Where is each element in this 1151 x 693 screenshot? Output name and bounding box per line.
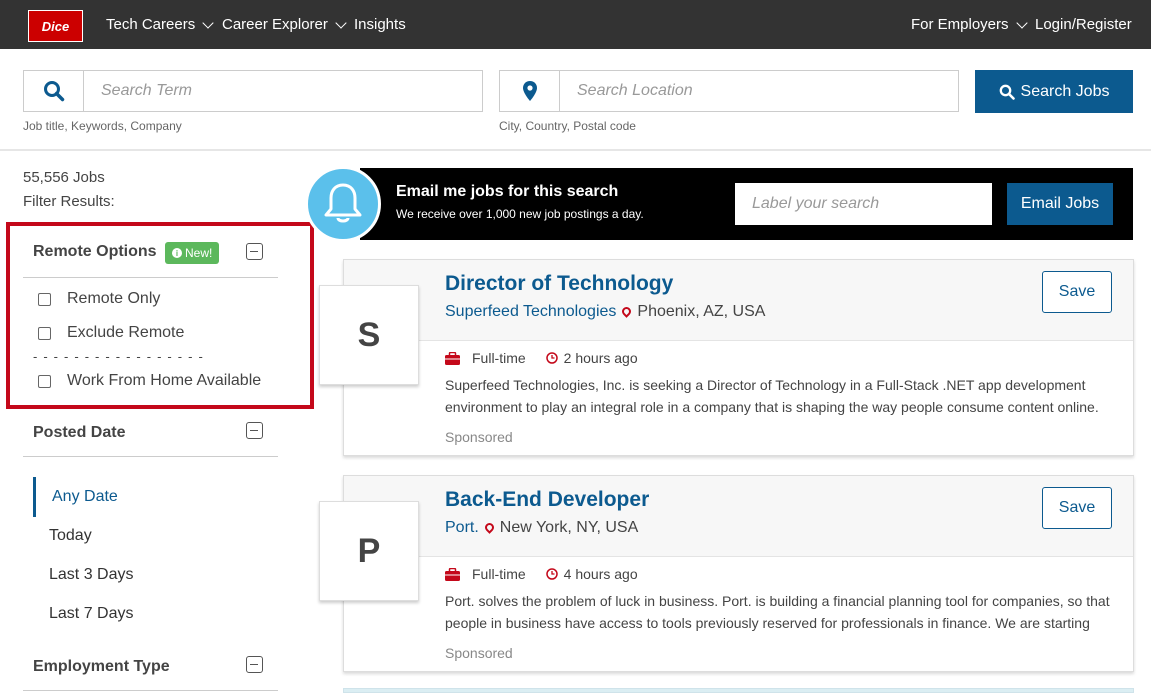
collapse-remote-options-icon[interactable] (246, 243, 263, 260)
label-search-input[interactable] (735, 183, 992, 225)
job-location: New York, NY, USA (499, 519, 639, 536)
job-type: Full-time (472, 350, 526, 366)
email-jobs-button[interactable]: Email Jobs (1007, 183, 1113, 225)
remote-only-label: Remote Only (67, 290, 161, 307)
company-link[interactable]: Superfeed Technologies (445, 303, 616, 321)
company-initial: P (357, 531, 381, 570)
job-title-link[interactable]: Director of Technology (445, 272, 673, 296)
remote-options-title: Remote Options (33, 243, 157, 260)
bell-icon (305, 166, 381, 242)
employment-type-title: Employment Type (33, 658, 170, 675)
remote-only-option[interactable]: Remote Only (38, 290, 160, 308)
collapse-posted-date-icon[interactable] (246, 422, 263, 439)
nav-label: Career Explorer (222, 16, 328, 33)
exclude-remote-option[interactable]: Exclude Remote (38, 324, 184, 342)
briefcase-icon (445, 567, 460, 581)
job-title-link[interactable]: Back-End Developer (445, 488, 649, 512)
sponsored-label: Sponsored (445, 645, 513, 661)
options-separator: - - - - - - - - - - - - - - - - - (33, 349, 204, 364)
company-logo[interactable]: S (319, 285, 419, 385)
company-initial: S (357, 315, 381, 354)
nav-label: Tech Careers (106, 16, 196, 33)
new-badge-label: New! (185, 246, 213, 260)
nav-for-employers[interactable]: For Employers (911, 16, 1028, 33)
new-badge: i New! (165, 242, 220, 264)
search-location-input[interactable] (560, 71, 958, 111)
info-icon: i (172, 248, 182, 258)
save-job-button[interactable]: Save (1042, 271, 1112, 313)
search-jobs-label: Search Jobs (1020, 82, 1110, 100)
date-option-last-3-days[interactable]: Last 3 Days (49, 566, 133, 584)
logo-text: Dice (41, 18, 70, 34)
search-icon (24, 71, 84, 111)
jobs-count: 55,556 Jobs (23, 169, 105, 186)
divider (23, 456, 278, 457)
work-from-home-checkbox[interactable] (38, 374, 51, 388)
search-term-input[interactable] (84, 71, 482, 111)
nav-label: For Employers (911, 16, 1009, 33)
briefcase-icon (445, 351, 460, 365)
chevron-down-icon (1015, 16, 1028, 29)
search-term-helper: Job title, Keywords, Company (23, 119, 182, 133)
job-card: Director of Technology Superfeed Technol… (343, 259, 1134, 456)
job-summary: Superfeed Technologies, Inc. is seeking … (445, 377, 1099, 415)
filter-results-label: Filter Results: (23, 193, 115, 210)
selected-indicator (33, 477, 36, 517)
divider (23, 277, 278, 278)
date-option-any[interactable]: Any Date (52, 488, 118, 506)
chevron-down-icon (335, 16, 347, 29)
nav-label: Login/Register (1035, 16, 1132, 33)
nav-login-register[interactable]: Login/Register (1035, 16, 1132, 33)
top-navbar: Dice Tech Careers Career Explorer Insigh… (0, 0, 1151, 49)
map-pin-icon (500, 71, 560, 111)
job-company-location: Superfeed Technologies Phoenix, AZ, USA (445, 303, 765, 321)
date-option-last-7-days[interactable]: Last 7 Days (49, 605, 133, 623)
nav-label: Insights (354, 16, 406, 33)
sponsored-label: Sponsored (445, 429, 513, 445)
map-pin-icon (482, 520, 496, 534)
search-term-box (23, 70, 483, 112)
job-location: Phoenix, AZ, USA (637, 303, 766, 320)
company-logo[interactable]: P (319, 501, 419, 601)
job-posted-time: 4 hours ago (563, 566, 638, 582)
job-meta: Full-time 4 hours ago (445, 566, 638, 582)
search-location-box (499, 70, 959, 112)
job-company-location: Port. New York, NY, USA (445, 519, 638, 537)
job-type: Full-time (472, 566, 526, 582)
search-location-helper: City, Country, Postal code (499, 119, 636, 133)
job-card: Back-End Developer Port. New York, NY, U… (343, 475, 1134, 672)
next-job-card (343, 688, 1134, 693)
search-icon (999, 84, 1015, 100)
clock-icon (545, 568, 558, 580)
posted-date-title: Posted Date (33, 424, 126, 441)
chevron-down-icon (202, 16, 214, 29)
job-meta: Full-time 2 hours ago (445, 350, 638, 366)
dice-logo[interactable]: Dice (28, 10, 83, 42)
work-from-home-option[interactable]: Work From Home Available (38, 372, 261, 390)
map-pin-icon (620, 304, 634, 318)
email-alert-subtitle: We receive over 1,000 new job postings a… (396, 207, 644, 221)
remote-only-checkbox[interactable] (38, 292, 51, 306)
search-bar: Job title, Keywords, Company City, Count… (0, 49, 1151, 151)
nav-career-explorer[interactable]: Career Explorer (222, 16, 347, 33)
job-posted-time: 2 hours ago (563, 350, 638, 366)
clock-icon (545, 352, 558, 364)
work-from-home-label: Work From Home Available (67, 372, 262, 389)
exclude-remote-checkbox[interactable] (38, 326, 51, 340)
divider (23, 690, 278, 691)
exclude-remote-label: Exclude Remote (67, 324, 185, 341)
collapse-employment-type-icon[interactable] (246, 656, 263, 673)
date-option-today[interactable]: Today (49, 527, 92, 545)
nav-tech-careers[interactable]: Tech Careers (106, 16, 214, 33)
save-job-button[interactable]: Save (1042, 487, 1112, 529)
search-jobs-button[interactable]: Search Jobs (975, 70, 1133, 113)
email-alert-title: Email me jobs for this search (396, 183, 619, 200)
nav-insights[interactable]: Insights (354, 16, 406, 33)
job-summary: Port. solves the problem of luck in busi… (445, 593, 1110, 631)
company-link[interactable]: Port. (445, 519, 479, 537)
